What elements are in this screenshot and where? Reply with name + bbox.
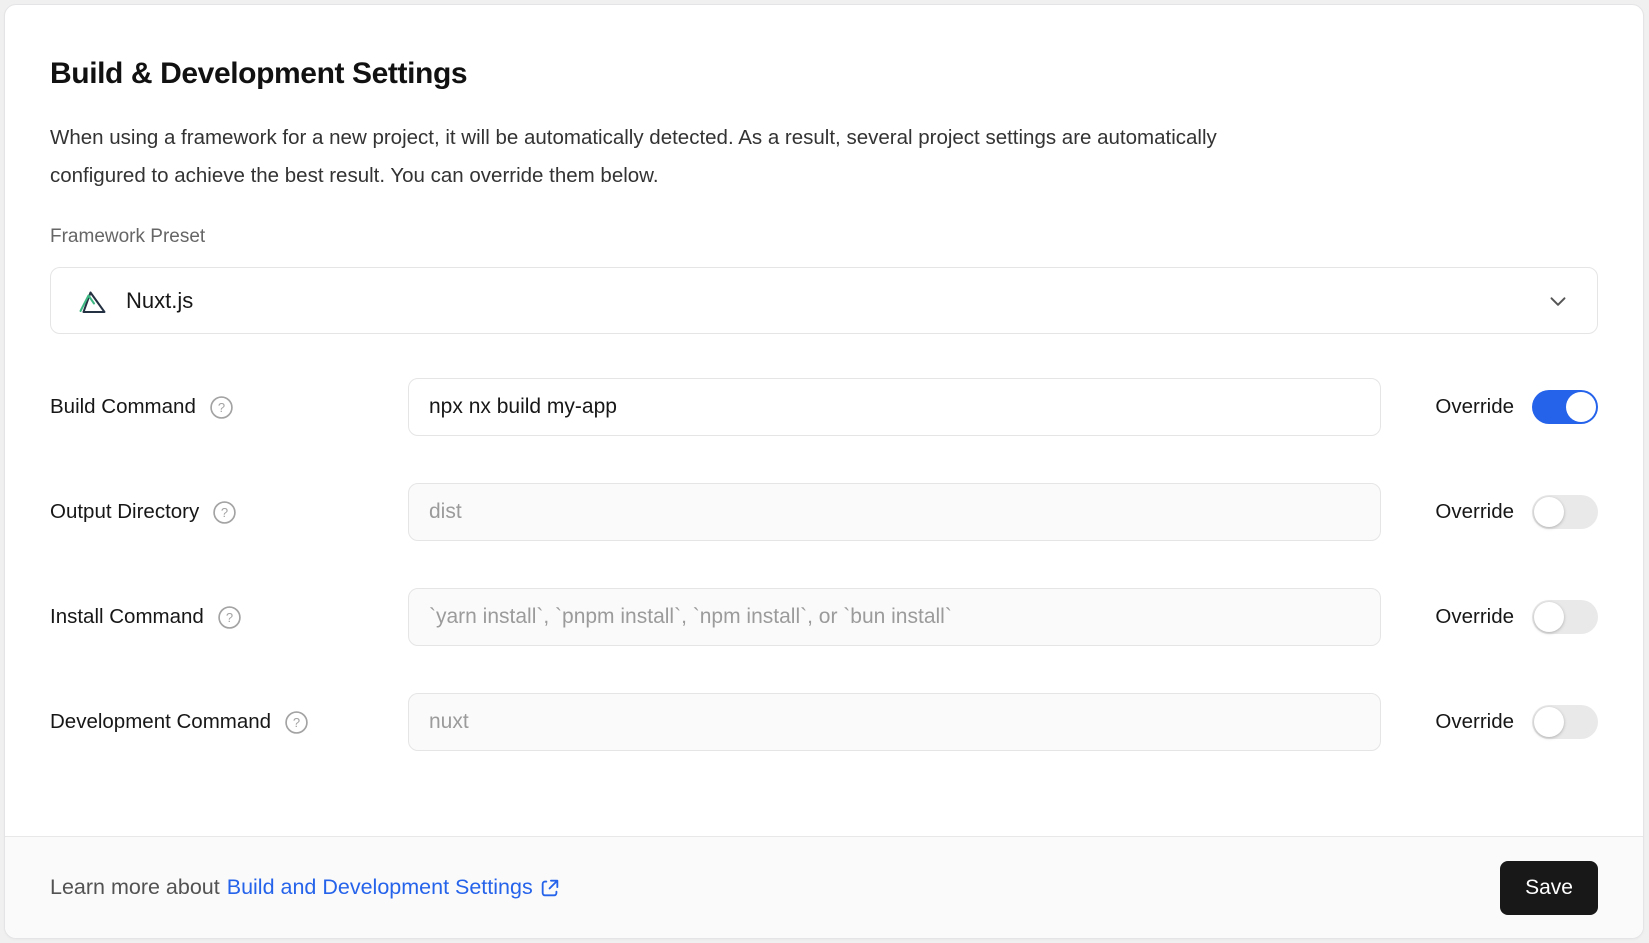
external-link-icon xyxy=(539,877,561,899)
build-command-row: Build Command ? Override xyxy=(50,378,1598,436)
card-body: Build & Development Settings When using … xyxy=(5,5,1643,836)
development-command-label: Development Command xyxy=(50,710,271,734)
build-command-override: Override xyxy=(1422,390,1598,424)
build-command-label-group: Build Command ? xyxy=(50,395,408,420)
output-directory-label-group: Output Directory ? xyxy=(50,500,408,525)
learn-more-link-label: Build and Development Settings xyxy=(227,875,533,900)
install-command-override-toggle[interactable] xyxy=(1532,600,1598,634)
help-icon[interactable]: ? xyxy=(209,395,234,420)
build-command-input[interactable] xyxy=(408,378,1381,436)
output-directory-row: Output Directory ? Override xyxy=(50,483,1598,541)
chevron-down-icon xyxy=(1545,288,1571,314)
svg-text:?: ? xyxy=(226,609,233,624)
install-command-override: Override xyxy=(1422,600,1598,634)
help-icon[interactable]: ? xyxy=(217,605,242,630)
svg-text:?: ? xyxy=(221,504,228,519)
development-command-override: Override xyxy=(1422,705,1598,739)
nuxt-logo-icon xyxy=(77,287,111,315)
learn-more-prefix: Learn more about xyxy=(50,875,220,900)
learn-more-text: Learn more about Build and Development S… xyxy=(50,875,561,900)
override-label: Override xyxy=(1435,395,1514,419)
toggle-knob xyxy=(1534,602,1564,632)
description-line-2: configured to achieve the best result. Y… xyxy=(50,157,1598,195)
settings-rows: Build Command ? Override Output xyxy=(50,378,1598,751)
override-label: Override xyxy=(1435,500,1514,524)
override-label: Override xyxy=(1435,710,1514,734)
framework-preset-select[interactable]: Nuxt.js xyxy=(50,267,1598,334)
development-command-row: Development Command ? Override xyxy=(50,693,1598,751)
toggle-knob xyxy=(1566,392,1596,422)
install-command-label-group: Install Command ? xyxy=(50,605,408,630)
install-command-label: Install Command xyxy=(50,605,204,629)
description-text: When using a framework for a new project… xyxy=(50,119,1598,195)
override-label: Override xyxy=(1435,605,1514,629)
svg-text:?: ? xyxy=(218,399,225,414)
development-command-label-group: Development Command ? xyxy=(50,710,408,735)
output-directory-override: Override xyxy=(1422,495,1598,529)
page-title: Build & Development Settings xyxy=(50,55,1598,93)
build-settings-card: Build & Development Settings When using … xyxy=(4,4,1644,939)
development-command-override-toggle[interactable] xyxy=(1532,705,1598,739)
help-icon[interactable]: ? xyxy=(284,710,309,735)
install-command-row: Install Command ? Override xyxy=(50,588,1598,646)
card-footer: Learn more about Build and Development S… xyxy=(5,836,1643,938)
framework-preset-value: Nuxt.js xyxy=(126,288,193,314)
toggle-knob xyxy=(1534,497,1564,527)
output-directory-override-toggle[interactable] xyxy=(1532,495,1598,529)
development-command-input[interactable] xyxy=(408,693,1381,751)
framework-preset-label: Framework Preset xyxy=(50,223,1598,250)
help-icon[interactable]: ? xyxy=(212,500,237,525)
svg-text:?: ? xyxy=(293,714,300,729)
toggle-knob xyxy=(1534,707,1564,737)
save-button[interactable]: Save xyxy=(1500,861,1598,915)
build-settings-docs-link[interactable]: Build and Development Settings xyxy=(227,875,561,900)
output-directory-input[interactable] xyxy=(408,483,1381,541)
description-line-1: When using a framework for a new project… xyxy=(50,119,1598,157)
build-command-override-toggle[interactable] xyxy=(1532,390,1598,424)
output-directory-label: Output Directory xyxy=(50,500,199,524)
install-command-input[interactable] xyxy=(408,588,1381,646)
build-command-label: Build Command xyxy=(50,395,196,419)
